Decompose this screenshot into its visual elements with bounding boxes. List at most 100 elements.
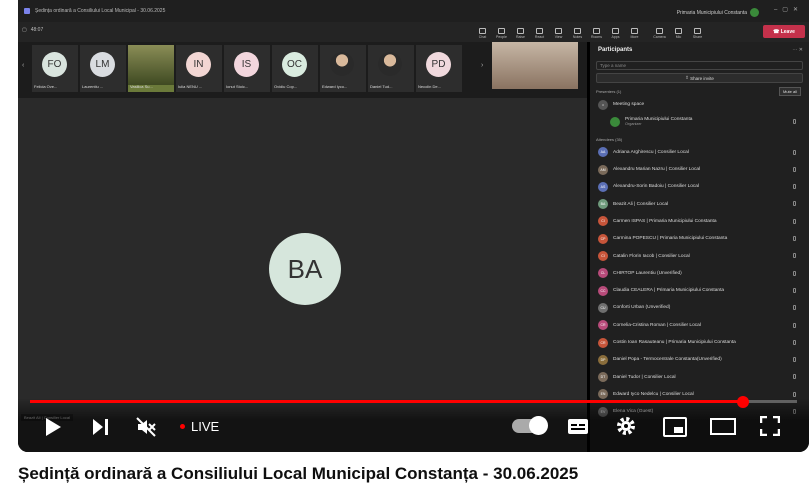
toolbar-apps-button[interactable]: Apps — [606, 22, 625, 40]
progress-bar[interactable] — [30, 396, 797, 408]
toolbar-mic-button[interactable]: Mic — [669, 22, 688, 40]
participant-avatar: FO — [42, 52, 67, 77]
participant-avatar: LM — [90, 52, 115, 77]
organizer-row[interactable]: Primaria Municipiului Constanta Organizer — [590, 113, 809, 130]
participant-avatar: IS — [234, 52, 259, 77]
chevron-right-icon[interactable]: › — [481, 62, 483, 69]
attendee-row[interactable]: CL CHIRTOP Laurentiu (Unverified) — [590, 265, 809, 282]
toolbar-share-button[interactable]: Share — [688, 22, 707, 40]
attendee-row[interactable]: AA Adriana Arghirescu | Consilier Local — [590, 144, 809, 161]
presenters-header[interactable]: Presenters (1) Mute all — [590, 87, 809, 96]
leave-button[interactable]: ☎ Leave — [763, 25, 805, 38]
toolbar-more-button[interactable]: More — [625, 22, 644, 40]
toolbar-people-button[interactable]: People — [492, 22, 511, 40]
attendee-name: CHIRTOP Laurentiu (Unverified) — [613, 270, 682, 276]
play-icon[interactable] — [44, 417, 62, 437]
video-player[interactable]: Ședința ordinară a Consiliului Local Mun… — [18, 0, 809, 452]
toolbar-buttons: Chat People Raise React View Notes Rooms Apps Mo… — [473, 22, 707, 40]
mute-all-button[interactable]: Mute all — [778, 87, 801, 96]
toolbar-label: Rooms — [590, 35, 603, 39]
meeting-stage: ‹ FO Felicia Ove... LM Laurentiu ... Vasilic… — [18, 42, 587, 452]
participant-tile[interactable]: Vasilica Su... — [128, 45, 174, 92]
participant-avatar — [378, 52, 402, 76]
live-indicator[interactable]: LIVE — [180, 419, 219, 434]
share-icon — [694, 28, 701, 34]
mic-off-icon — [793, 322, 796, 328]
attendee-avatar: CL — [598, 268, 608, 279]
participant-tile[interactable]: IS Ionut Stoic... — [224, 45, 270, 92]
participant-name: Vasilica Su... — [130, 84, 153, 89]
toolbar-label: View — [554, 35, 563, 39]
phone-icon: ☎ — [773, 28, 781, 35]
attendee-name: Carmen ISPAS | Primaria Municipiului Con… — [613, 218, 717, 224]
participant-name: Ovidiu Cop... — [274, 84, 298, 89]
fullscreen-icon[interactable] — [760, 416, 780, 436]
participant-tile[interactable]: PD Necolin De... — [416, 45, 462, 92]
participant-name: Necolin De... — [418, 84, 441, 89]
scrubber-handle[interactable] — [737, 396, 750, 408]
search-input[interactable]: Type a name — [596, 61, 803, 70]
mic-off-icon — [793, 305, 796, 311]
participant-tile[interactable]: FO Felicia Ove... — [32, 45, 78, 92]
theater-mode-icon[interactable] — [710, 417, 736, 436]
attendee-name: Alexandru Marian Nazru | Consilier Local — [613, 167, 701, 173]
toolbar-view-button[interactable]: View — [549, 22, 568, 40]
attendees-header[interactable]: Attendees (35) — [590, 135, 809, 144]
participant-tile[interactable]: IN Iulia NENU ... — [176, 45, 222, 92]
participant-name: Laurentiu ... — [82, 84, 104, 89]
player-controls: LIVE — [18, 396, 809, 452]
participant-tile[interactable]: Edward Iyco... — [320, 45, 366, 92]
participant-tile[interactable]: Daniel Tud... — [368, 45, 414, 92]
toolbar-rooms-button[interactable]: Rooms — [587, 22, 606, 40]
toolbar-react-button[interactable]: React — [530, 22, 549, 40]
attendee-row[interactable]: DP Daniel Popa - Termocentrale Constanta(… — [590, 351, 809, 368]
attendee-avatar: CI — [598, 251, 608, 262]
attendee-row[interactable]: CP Carmina POPESCU | Primaria Municipiulu… — [590, 230, 809, 247]
attendee-name: Conforti Urban (Unverified) — [613, 305, 671, 311]
volume-muted-icon[interactable] — [136, 417, 156, 437]
attendee-row[interactable]: CI Carmen ISPAS | Primaria Municipiului C… — [590, 213, 809, 230]
toolbar-label: More — [630, 35, 639, 39]
teams-title-bar: Ședința ordinară a Consiliului Local Mun… — [18, 0, 809, 22]
attendee-avatar: AM — [598, 164, 608, 175]
attendee-avatar: CU — [598, 302, 608, 313]
attendee-name: Daniel Tudor | Consilier Local — [613, 374, 676, 380]
close-icon[interactable]: ⋯ ✕ — [792, 47, 803, 53]
toolbar-chat-button[interactable]: Chat — [473, 22, 492, 40]
miniplayer-icon[interactable] — [663, 417, 687, 437]
attendee-avatar: AA — [598, 147, 608, 158]
attendee-avatar: BA — [598, 199, 608, 210]
toolbar-raise-button[interactable]: Raise — [511, 22, 530, 40]
toolbar-notes-button[interactable]: Notes — [568, 22, 587, 40]
share-invite-button[interactable]: ⇪ Share invite — [596, 73, 803, 83]
attendee-row[interactable]: CC Claudia CEALERA | Primaria Municipiulu… — [590, 282, 809, 299]
next-icon[interactable] — [91, 418, 109, 436]
attendee-row[interactable]: CR Cornelia-Cristina Roman | Consilier Lo… — [590, 317, 809, 334]
toolbar-camera-button[interactable]: Camera — [650, 22, 669, 40]
attendee-row[interactable]: AS Alexandru-Sorin Badoiu | Consilier Loc… — [590, 178, 809, 195]
autoplay-toggle[interactable] — [512, 416, 548, 435]
mic-off-icon — [793, 166, 796, 172]
participant-name: Iulia NENU ... — [178, 84, 203, 89]
attendee-row[interactable]: BA Beazit Ali | Consilier Local — [590, 195, 809, 212]
participant-tile[interactable]: LM Laurentiu ... — [80, 45, 126, 92]
attendee-row[interactable]: CU Conforti Urban (Unverified) — [590, 299, 809, 316]
settings-gear-icon[interactable] — [616, 416, 636, 436]
mic-off-icon — [793, 374, 796, 380]
participant-name: Felicia Ove... — [34, 84, 58, 89]
rooms-icon — [593, 28, 600, 34]
captions-icon[interactable] — [567, 418, 589, 435]
meeting-space-row[interactable]: ⌂ Meeting space — [590, 96, 809, 113]
progress-fill — [30, 400, 744, 403]
mic-off-icon — [793, 201, 796, 207]
attendee-name: Edward Iyco Nedelcu | Consilier Local — [613, 391, 694, 397]
attendee-row[interactable]: DT Daniel Tudor | Consilier Local — [590, 368, 809, 385]
participant-tile[interactable]: OC Ovidiu Cop... — [272, 45, 318, 92]
attendee-row[interactable]: AM Alexandru Marian Nazru | Consilier Loc… — [590, 161, 809, 178]
chevron-left-icon[interactable]: ‹ — [22, 62, 24, 69]
attendee-row[interactable]: CR Costin Ioan Rasauteanu | Primaria Muni… — [590, 334, 809, 351]
meeting-timer: 48:07 — [30, 27, 44, 33]
people-icon — [498, 28, 505, 34]
organizer-role: Organizer — [625, 122, 642, 127]
attendee-row[interactable]: CI Catalin Florin Iacob | Consilier Local — [590, 247, 809, 264]
